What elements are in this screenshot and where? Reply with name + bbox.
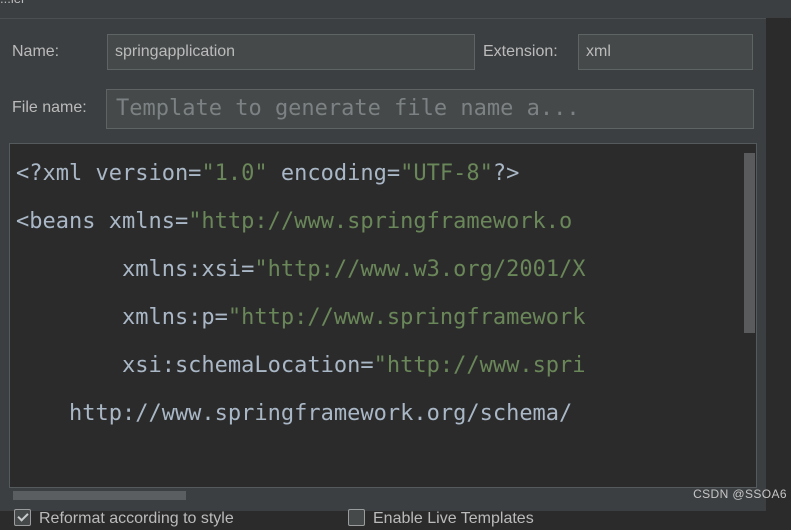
editor-vertical-scrollbar[interactable] (743, 144, 756, 487)
code-token: ?> (492, 161, 520, 186)
code-token: "http://www.w3.org/2001/X (254, 257, 586, 282)
code-token: http://www.springframework.org/schema/ (16, 401, 573, 426)
code-token: xmlns:p= (16, 305, 228, 330)
file-name-label: File name: (12, 99, 87, 116)
name-label: Name: (12, 43, 60, 60)
code-token: "http://www.springframework (227, 305, 586, 330)
editor-horizontal-scrollbar-thumb[interactable] (13, 491, 186, 500)
name-row: Name: springapplication Extension: xml (0, 33, 766, 71)
file-name-placeholder: Template to generate file name a... (116, 96, 580, 121)
code-token: "UTF-8" (400, 161, 493, 186)
checkbox-reformat-box[interactable] (14, 509, 31, 526)
csdn-watermark: CSDN @SSOA6 (693, 487, 787, 501)
name-input[interactable]: springapplication (107, 34, 475, 70)
code-token: xsi:schemaLocation= (16, 353, 374, 378)
checkbox-live-templates-label: Enable Live Templates (373, 510, 534, 527)
checkbox-reformat-label: Reformat according to style (39, 510, 234, 527)
code-token: "http://www.springframework.o (188, 209, 573, 234)
code-token: <?xml version= (16, 161, 202, 186)
file-name-row: File name: Template to generate file nam… (0, 89, 766, 129)
clipped-title-strip: ...ler (0, 0, 791, 18)
template-code-text[interactable]: <?xml version="1.0" encoding="UTF-8"?> <… (16, 150, 586, 438)
editor-vertical-scrollbar-thumb[interactable] (744, 153, 755, 333)
code-token: encoding= (267, 161, 401, 186)
options-row: Reformat according to style Enable Live … (0, 508, 766, 530)
checkbox-live-templates-box[interactable] (348, 509, 365, 526)
extension-input[interactable]: xml (578, 34, 753, 70)
code-token: "http://www.spri (373, 353, 586, 378)
code-token: "1.0" (201, 161, 268, 186)
extension-label: Extension: (483, 43, 558, 60)
template-code-editor[interactable]: <?xml version="1.0" encoding="UTF-8"?> <… (9, 143, 757, 488)
dialog-body: Name: springapplication Extension: xml F… (0, 18, 766, 527)
code-token: <beans xmlns= (16, 209, 189, 234)
new-file-template-dialog: ...ler Name: springapplication Extension… (0, 0, 791, 527)
code-token: xmlns:xsi= (16, 257, 255, 282)
file-name-input[interactable]: Template to generate file name a... (106, 89, 754, 129)
clipped-title-text: ...ler (0, 0, 25, 6)
